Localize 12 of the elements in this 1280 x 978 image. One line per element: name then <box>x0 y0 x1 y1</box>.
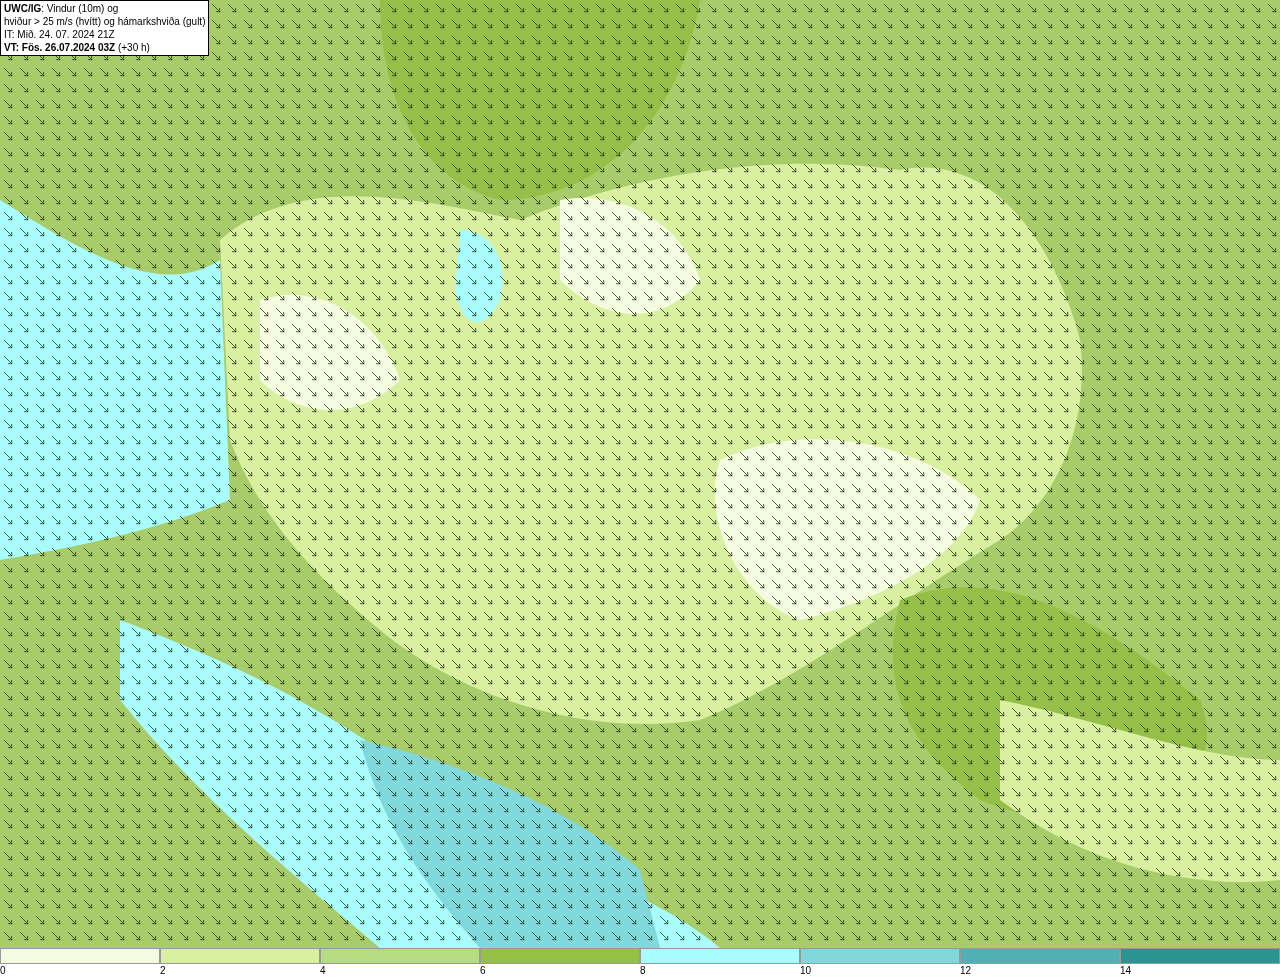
legend-label: 8 <box>640 965 646 977</box>
legend-label: 10 <box>800 965 812 977</box>
info-text: VT: Fös. 26.07.2024 03Z (+30 h) <box>4 41 151 54</box>
info-text: hviður > 25 m/s (hvítt) og hámarkshviða (gult) <box>4 15 206 28</box>
legend-label: 6 <box>480 965 486 977</box>
legend-label: 0 <box>0 965 6 977</box>
info-text: IT: Mið. 24. 07. 2024 21Z <box>4 28 116 41</box>
legend-label: 4 <box>320 965 326 977</box>
legend-label: 2 <box>160 965 166 977</box>
legend-label: 14 <box>1120 965 1132 977</box>
info-text: UWC/IG: Vindur (10m) og <box>4 2 120 15</box>
legend-label: 12 <box>960 965 972 977</box>
